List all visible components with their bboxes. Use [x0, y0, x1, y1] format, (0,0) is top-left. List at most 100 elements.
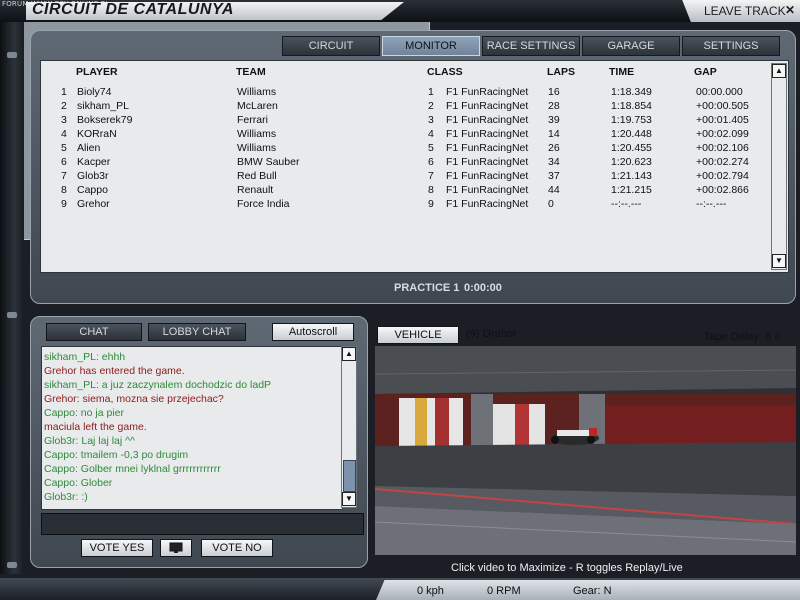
chat-message: Cappo: Golber mnei lyklnal grrrrrrrrrrrr — [44, 463, 221, 475]
row-class-position: 2 — [428, 100, 434, 112]
row-laps: 28 — [548, 100, 560, 112]
chat-message: sikham_PL: ehhh — [44, 351, 126, 363]
row-gap: +00:01.405 — [696, 114, 749, 126]
table-row[interactable]: 6 Kacper BMW Sauber 6 F1 FunRacingNet 34 1:20.… — [0, 156, 749, 170]
scroll-down-icon[interactable]: ▼ — [342, 492, 356, 506]
row-gap: +00:02.106 — [696, 142, 749, 154]
row-class: F1 FunRacingNet — [446, 156, 529, 168]
leave-track-button[interactable]: LEAVE TRACK — [704, 4, 786, 18]
chat-message: Glob3r: :) — [44, 491, 88, 503]
row-team: Williams — [237, 128, 277, 140]
row-class-position: 1 — [428, 86, 434, 98]
row-class-position: 3 — [428, 114, 434, 126]
row-time: 1:20.448 — [611, 128, 652, 140]
table-row[interactable]: 9 Grehor Force India 9 F1 FunRacingNet 0 --:--… — [0, 198, 728, 212]
row-gap: +00:02.866 — [696, 184, 749, 196]
tab-monitor[interactable]: MONITOR — [382, 36, 480, 56]
vote-yes-button[interactable]: VOTE YES — [81, 539, 153, 557]
row-laps: 44 — [548, 184, 560, 196]
row-player: Bioly74 — [77, 86, 112, 98]
row-player: Bokserek79 — [77, 114, 133, 126]
speed-readout: 0 kph — [417, 585, 444, 597]
tab-circuit[interactable]: CIRCUIT — [282, 36, 380, 56]
row-player: Alien — [77, 142, 101, 154]
chat-message: sikham_PL: a juz zaczynalem dochodzic do… — [44, 379, 272, 391]
row-class-position: 4 — [428, 128, 434, 140]
session-time: 0:00:00 — [464, 282, 502, 294]
row-gap: +00:02.099 — [696, 128, 749, 140]
row-team: Williams — [237, 86, 277, 98]
table-row[interactable]: 2 sikham_PL McLaren 2 F1 FunRacingNet 28 1:18.… — [0, 100, 749, 114]
col-header-gap: GAP — [694, 66, 717, 78]
row-team: Williams — [237, 142, 277, 154]
live-video[interactable] — [375, 346, 796, 555]
table-row[interactable]: 8 Cappo Renault 8 F1 FunRacingNet 44 1:21.215 +… — [0, 184, 749, 198]
row-class: F1 FunRacingNet — [446, 86, 529, 98]
row-laps: 26 — [548, 142, 560, 154]
row-time: 1:18.854 — [611, 100, 652, 112]
row-time: --:--.--- — [611, 198, 642, 210]
standings-scrollbar[interactable] — [771, 63, 787, 270]
tab-chat[interactable]: CHAT — [46, 323, 142, 341]
row-gap: --:--.--- — [696, 198, 727, 210]
table-row[interactable]: 1 Bioly74 Williams 1 F1 FunRacingNet 16 1:18.3… — [0, 86, 743, 100]
row-class: F1 FunRacingNet — [446, 114, 529, 126]
video-driver: (9) Grehor — [466, 328, 517, 340]
autoscroll-toggle[interactable]: Autoscroll — [272, 323, 354, 341]
row-position: 2 — [61, 100, 67, 112]
chat-input[interactable] — [41, 513, 364, 535]
table-row[interactable]: 3 Bokserek79 Ferrari 3 F1 FunRacingNet 39 1:19… — [0, 114, 749, 128]
gear-readout: Gear: N — [573, 585, 612, 597]
row-position: 8 — [61, 184, 67, 196]
row-player: Cappo — [77, 184, 108, 196]
row-time: 1:20.455 — [611, 142, 652, 154]
row-time: 1:21.143 — [611, 170, 652, 182]
row-time: 1:19.753 — [611, 114, 652, 126]
session-label: PRACTICE 1 — [394, 282, 460, 294]
scroll-up-icon[interactable]: ▲ — [772, 64, 786, 78]
chat-scroll-thumb[interactable] — [343, 460, 356, 492]
row-player: sikham_PL — [77, 100, 129, 112]
row-team: McLaren — [237, 100, 278, 112]
tab-settings[interactable]: SETTINGS — [682, 36, 780, 56]
row-player: Grehor — [77, 198, 110, 210]
tape-delay: Tape Delay: 8 s — [704, 331, 780, 343]
video-hint: Click video to Maximize - R toggles Repl… — [451, 562, 683, 574]
row-position: 7 — [61, 170, 67, 182]
row-class-position: 5 — [428, 142, 434, 154]
row-position: 1 — [61, 86, 67, 98]
row-time: 1:21.215 — [611, 184, 652, 196]
rail-light — [7, 52, 17, 58]
row-gap: +00:02.274 — [696, 156, 749, 168]
scroll-up-icon[interactable]: ▲ — [342, 347, 356, 361]
tab-lobby-chat[interactable]: LOBBY CHAT — [148, 323, 246, 341]
row-class-position: 6 — [428, 156, 434, 168]
row-class: F1 FunRacingNet — [446, 128, 529, 140]
vote-no-button[interactable]: VOTE NO — [201, 539, 273, 557]
chat-message: Grehor: siema, mozna sie przejechac? — [44, 393, 224, 405]
close-icon[interactable]: ✕ — [785, 3, 795, 17]
rail-light — [7, 312, 17, 318]
row-class: F1 FunRacingNet — [446, 142, 529, 154]
tab-race-settings[interactable]: RACE SETTINGS — [482, 36, 580, 56]
row-class: F1 FunRacingNet — [446, 100, 529, 112]
monitor-icon[interactable] — [160, 539, 192, 557]
scroll-down-icon[interactable]: ▼ — [772, 254, 786, 268]
col-header-laps: LAPS — [547, 66, 576, 78]
row-class-position: 7 — [428, 170, 434, 182]
chat-message: Cappo: Glober — [44, 477, 113, 489]
table-row[interactable]: 4 KORraN Williams 4 F1 FunRacingNet 14 1:20.44… — [0, 128, 749, 142]
row-position: 6 — [61, 156, 67, 168]
tab-garage[interactable]: GARAGE — [582, 36, 680, 56]
row-gap: 00:00.000 — [696, 86, 743, 98]
chat-message: maciula left the game. — [44, 421, 147, 433]
row-position: 5 — [61, 142, 67, 154]
row-time: 1:20.623 — [611, 156, 652, 168]
row-laps: 39 — [548, 114, 560, 126]
vehicle-button[interactable]: VEHICLE — [377, 326, 459, 344]
table-row[interactable]: 5 Alien Williams 5 F1 FunRacingNet 26 1:20.455… — [0, 142, 749, 156]
table-row[interactable]: 7 Glob3r Red Bull 7 F1 FunRacingNet 37 1:21.14… — [0, 170, 749, 184]
chat-message: Grehor has entered the game. — [44, 365, 185, 377]
row-class: F1 FunRacingNet — [446, 170, 529, 182]
row-player: KORraN — [77, 128, 117, 140]
